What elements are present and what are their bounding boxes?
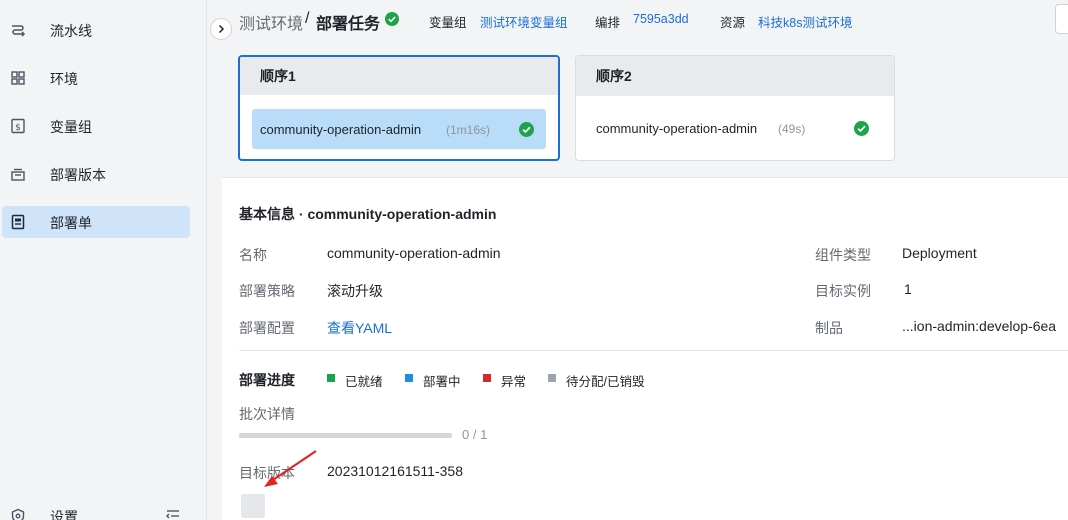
- resource-label: 资源: [720, 16, 746, 30]
- target-version-value: 20231012161511-358: [327, 463, 463, 479]
- header-action-button[interactable]: [1055, 4, 1068, 34]
- sidebar-item-label: 部署单: [50, 215, 92, 231]
- legend-deploying-label: 部署中: [423, 375, 461, 389]
- pod-placeholder[interactable]: [241, 494, 265, 518]
- detail-panel: 基本信息 · community-operation-admin 名称 comm…: [222, 177, 1068, 520]
- divider: [239, 350, 1068, 351]
- sidebar: 流水线 环境 $ 变量组 部署版本 部署单 设置: [0, 0, 207, 520]
- artifact-value: ...ion-admin:develop-6ea: [902, 318, 1057, 334]
- task-name: community-operation-admin: [260, 122, 422, 137]
- legend-error-label: 异常: [501, 375, 527, 389]
- legend-error-swatch: [483, 374, 491, 382]
- name-value: community-operation-admin: [327, 245, 501, 261]
- batch-details-label: 批次详情: [239, 406, 295, 422]
- pipeline-icon: [12, 25, 26, 37]
- grid-icon: [11, 71, 25, 85]
- legend-ready-swatch: [327, 374, 335, 382]
- stage-title: 顺序2: [576, 56, 894, 96]
- target-instances-label: 目标实例: [815, 283, 871, 299]
- view-yaml-link[interactable]: 查看YAML: [327, 318, 392, 338]
- legend-pending-swatch: [548, 374, 556, 382]
- task-item[interactable]: community-operation-admin (1m16s): [252, 109, 546, 149]
- legend-pending-label: 待分配/已销毁: [566, 375, 645, 389]
- orchestration-link[interactable]: 7595a3dd: [633, 12, 689, 26]
- document-icon: [11, 214, 25, 230]
- strategy-label: 部署策略: [239, 283, 295, 299]
- task-duration: (49s): [778, 122, 806, 136]
- sidebar-item-label: 部署版本: [50, 167, 106, 183]
- task-duration: (1m16s): [446, 123, 491, 137]
- sidebar-item-variable-group[interactable]: $ 变量组: [2, 110, 190, 142]
- resource-link[interactable]: 科技k8s测试环境: [758, 12, 852, 31]
- orchestration-label: 编排: [595, 16, 621, 30]
- variable-icon: $: [11, 118, 25, 134]
- variable-group-label: 变量组: [429, 16, 467, 30]
- shield-icon: [11, 508, 25, 520]
- sidebar-item-settings[interactable]: 设置: [2, 500, 190, 520]
- success-check-icon: [519, 122, 534, 137]
- legend-deploying-swatch: [405, 374, 413, 382]
- success-check-icon: [385, 12, 399, 26]
- breadcrumb-environment[interactable]: 测试环境: [239, 10, 303, 34]
- strategy-value: 滚动升级: [327, 283, 383, 299]
- name-label: 名称: [239, 247, 267, 263]
- variable-group-link[interactable]: 测试环境变量组: [480, 12, 568, 31]
- sidebar-item-deploy-version[interactable]: 部署版本: [2, 158, 190, 190]
- task-item[interactable]: community-operation-admin (49s): [576, 100, 894, 156]
- stage-card-1[interactable]: 顺序1 community-operation-admin (1m16s): [238, 55, 560, 161]
- archive-icon: [11, 168, 25, 181]
- success-check-icon: [854, 121, 869, 136]
- annotation-arrow-icon: [264, 450, 317, 487]
- batch-progress-count: 0 / 1: [462, 427, 488, 442]
- collapse-sidebar-icon[interactable]: [165, 508, 181, 520]
- sidebar-item-label: 流水线: [50, 23, 92, 39]
- sidebar-item-label: 环境: [50, 71, 78, 87]
- page-title: 部署任务: [316, 16, 381, 33]
- stage-card-2[interactable]: 顺序2 community-operation-admin (49s): [575, 55, 895, 161]
- sidebar-item-label: 设置: [50, 509, 78, 520]
- batch-progress-bar: [239, 433, 452, 438]
- target-instances-value: 1: [904, 281, 912, 297]
- config-label: 部署配置: [239, 320, 295, 336]
- page-header: 测试环境 / 部署任务 变量组 测试环境变量组 编排 7595a3dd 资源 科…: [222, 0, 1068, 40]
- breadcrumb-separator: /: [305, 10, 310, 27]
- sidebar-item-pipeline[interactable]: 流水线: [2, 14, 190, 46]
- sidebar-item-label: 变量组: [50, 119, 92, 135]
- progress-title: 部署进度: [239, 372, 295, 388]
- svg-text:$: $: [15, 123, 21, 133]
- task-name: community-operation-admin: [596, 121, 758, 136]
- artifact-label: 制品: [815, 320, 843, 336]
- sidebar-item-deploy-order[interactable]: 部署单: [2, 206, 190, 238]
- component-type-value: Deployment: [902, 245, 977, 261]
- legend-ready-label: 已就绪: [345, 375, 383, 389]
- component-type-label: 组件类型: [815, 247, 871, 263]
- stage-title: 顺序1: [240, 57, 558, 95]
- section-title: 基本信息 · community-operation-admin: [239, 206, 497, 222]
- sidebar-item-environment[interactable]: 环境: [2, 62, 190, 94]
